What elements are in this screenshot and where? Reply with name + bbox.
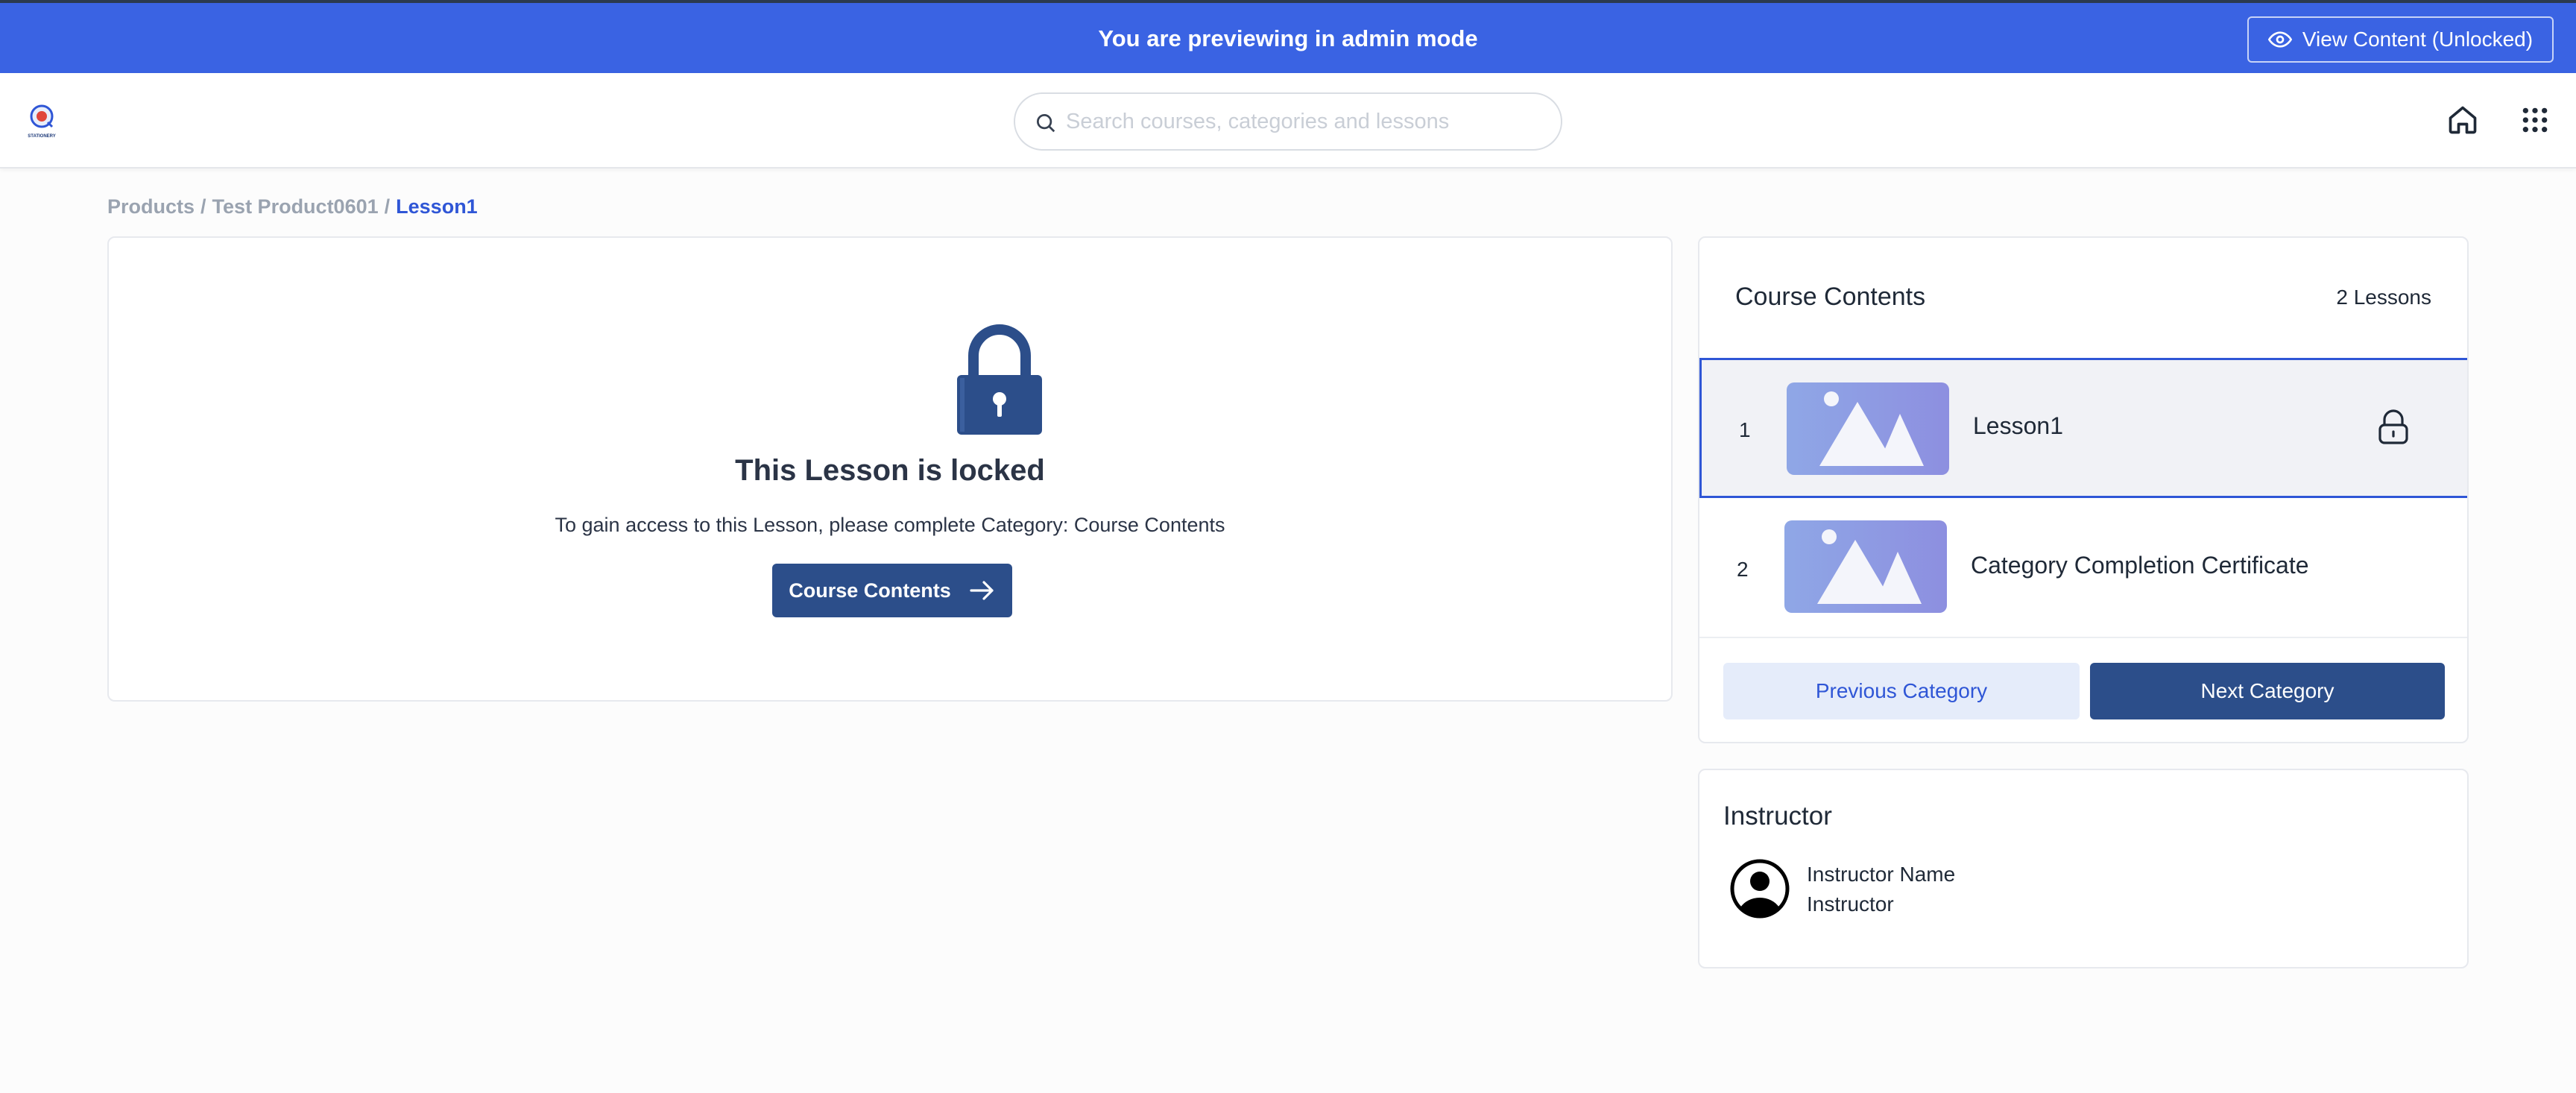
breadcrumb-separator: / (384, 195, 391, 218)
locked-title: This Lesson is locked (735, 454, 1045, 487)
lock-icon (2378, 409, 2408, 444)
admin-preview-banner: You are previewing in admin mode View Co… (0, 0, 2576, 73)
course-contents-title: Course Contents (1735, 283, 1926, 311)
previous-category-button[interactable]: Previous Category (1723, 663, 2080, 719)
instructor-card: Instructor Instructor Name Instructor (1698, 769, 2469, 968)
instructor-name: Instructor Name (1807, 863, 1956, 886)
locked-lesson-card: This Lesson is locked To gain access to … (107, 236, 1673, 702)
home-icon[interactable] (2446, 104, 2479, 136)
lesson-title: Lesson1 (1973, 412, 2063, 439)
breadcrumb-product[interactable]: Test Product0601 (212, 195, 379, 218)
padlock-icon (957, 324, 1042, 435)
locked-description: To gain access to this Lesson, please co… (555, 514, 1225, 536)
search-input[interactable] (1066, 95, 1543, 148)
breadcrumb-separator: / (201, 195, 206, 218)
search-box[interactable] (1014, 92, 1562, 151)
apps-grid-icon[interactable] (2521, 106, 2549, 134)
view-content-unlocked-button[interactable]: View Content (Unlocked) (2247, 16, 2554, 63)
lesson-item-2[interactable]: 2 Category Completion Certificate (1699, 498, 2467, 638)
image-placeholder-icon (1787, 382, 1949, 475)
logo-text: STATIONERY (28, 134, 56, 139)
go-to-course-contents-button[interactable]: Course Contents (772, 564, 1012, 617)
arrow-right-icon (970, 581, 994, 600)
site-logo[interactable]: STATIONERY (22, 101, 61, 140)
breadcrumb: Products / Test Product0601/Lesson1 (107, 195, 478, 218)
instructor-heading: Instructor (1723, 801, 1832, 831)
admin-mode-message: You are previewing in admin mode (1098, 25, 1478, 51)
lesson-number: 1 (1739, 418, 1751, 441)
course-contents-button-label: Course Contents (789, 579, 951, 602)
lesson-title: Category Completion Certificate (1971, 552, 2309, 579)
top-header: STATIONERY (0, 73, 2576, 168)
lesson-item-1[interactable]: 1 Lesson1 (1699, 358, 2467, 498)
search-icon (1037, 114, 1055, 133)
course-contents-panel: Course Contents 2 Lessons 1 Lesson1 2 Ca… (1698, 236, 2469, 743)
next-category-button[interactable]: Next Category (2090, 663, 2445, 719)
breadcrumb-current-lesson: Lesson1 (396, 195, 478, 218)
view-content-label: View Content (Unlocked) (2302, 28, 2534, 51)
instructor-role: Instructor (1807, 892, 1894, 916)
eye-icon (2267, 31, 2292, 48)
breadcrumb-products[interactable]: Products (107, 195, 195, 218)
lesson-count: 2 Lessons (2336, 286, 2431, 309)
lesson-number: 2 (1737, 558, 1749, 581)
image-placeholder-icon (1784, 520, 1947, 613)
user-avatar-icon (1730, 859, 1790, 919)
